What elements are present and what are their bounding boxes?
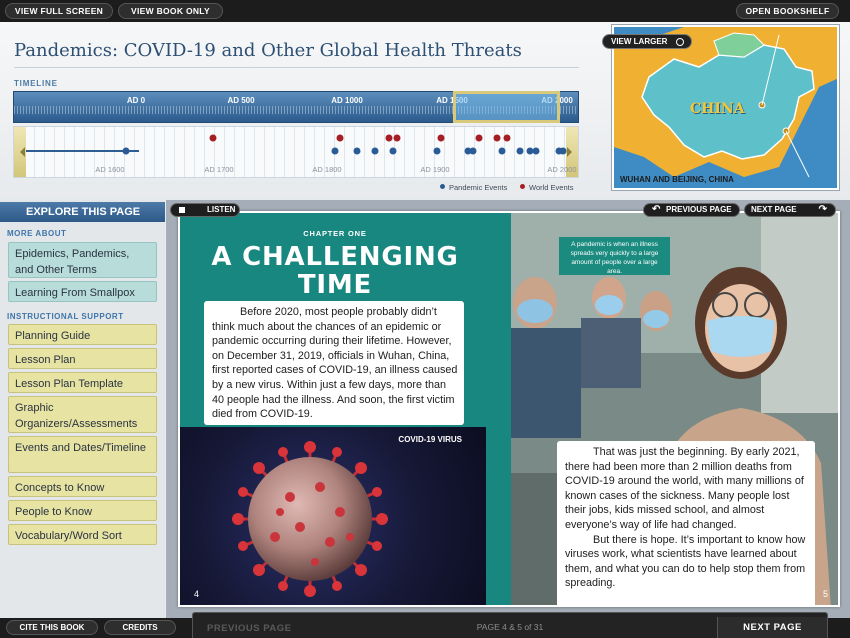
next-page-button[interactable]: NEXT PAGE	[717, 617, 827, 638]
legend-pandemic-events: Pandemic Events	[440, 183, 507, 192]
timeline-year-label: AD 1600	[95, 165, 125, 174]
headline-line-2: TIME	[297, 270, 373, 300]
pandemic-event-marker[interactable]	[433, 147, 441, 155]
page-title: Pandemics: COVID-19 and Other Global Hea…	[14, 40, 522, 61]
map-country-label: CHINA	[690, 101, 745, 117]
link-graphic-organizers[interactable]: Graphic Organizers/Assessments	[8, 396, 157, 433]
link-learning-from-smallpox[interactable]: Learning From Smallpox	[8, 281, 157, 302]
pandemic-legend-dot	[440, 184, 445, 189]
body-text-box: That was just the beginning. By early 20…	[557, 441, 815, 605]
world-event-marker[interactable]	[493, 134, 501, 142]
intro-text-box: Before 2020, most people probably didn’t…	[204, 301, 464, 425]
previous-page-top-button[interactable]: ↶ PREVIOUS PAGE	[643, 203, 740, 217]
legend-pandemic-label: Pandemic Events	[449, 183, 508, 192]
link-events-dates-timeline[interactable]: Events and Dates/Timeline	[8, 436, 157, 473]
listen-label: LISTEN	[207, 205, 236, 214]
magnifier-icon	[676, 38, 685, 46]
link-people-to-know[interactable]: People to Know	[8, 500, 157, 521]
next-page-top-button[interactable]: NEXT PAGE ↷	[744, 203, 836, 217]
map-caption: WUHAN AND BEIJING, CHINA	[620, 175, 734, 184]
world-legend-dot	[520, 184, 525, 189]
timeline-year-label: AD 1900	[420, 165, 450, 174]
body-paragraph-1: That was just the beginning. By early 20…	[565, 446, 804, 531]
page-navigator: PREVIOUS PAGE PAGE 4 & 5 of 31 NEXT PAGE	[192, 612, 828, 638]
pandemic-event-marker[interactable]	[532, 147, 540, 155]
legend-world-label: World Events	[529, 183, 574, 192]
timeline-year-label: AD 1000	[331, 96, 363, 105]
credits-button[interactable]: CREDITS	[104, 620, 176, 635]
world-event-marker[interactable]	[336, 134, 344, 142]
open-bookshelf-button[interactable]: OPEN BOOKSHELF	[736, 3, 839, 19]
right-page: A pandemic is when an illness spreads ve…	[511, 213, 838, 605]
pandemic-event-marker[interactable]	[498, 147, 506, 155]
headline-line-1: A CHALLENGING	[211, 242, 459, 272]
listen-button[interactable]: LISTEN	[170, 203, 240, 217]
pandemic-event-marker[interactable]	[559, 147, 567, 155]
covid-virus-image: COVID-19 VIRUS 4	[180, 427, 486, 605]
pandemic-event-marker[interactable]	[389, 147, 397, 155]
world-event-marker[interactable]	[437, 134, 445, 142]
instructional-support-label: INSTRUCTIONAL SUPPORT	[7, 312, 124, 321]
timeline-detail: AD 1600 AD 1700 AD 1800 AD 1900 AD 2000	[13, 126, 579, 178]
legend-world-events: World Events	[520, 183, 573, 192]
timeline-range-selector[interactable]	[453, 91, 560, 123]
more-about-label: MORE ABOUT	[7, 229, 67, 238]
speaker-icon	[179, 207, 185, 213]
explore-this-page-header: EXPLORE THIS PAGE	[0, 202, 165, 222]
timeline-year-label: AD 1800	[312, 165, 342, 174]
virus-illustration	[232, 441, 388, 597]
next-page-label: NEXT PAGE	[751, 205, 797, 214]
page-number-left: 4	[194, 589, 200, 599]
chapter-label: CHAPTER ONE	[303, 229, 367, 238]
top-toolbar: VIEW FULL SCREEN VIEW BOOK ONLY OPEN BOO…	[0, 0, 850, 22]
pandemic-event-marker[interactable]	[469, 147, 477, 155]
cite-this-book-button[interactable]: CITE THIS BOOK	[6, 620, 98, 635]
view-full-screen-button[interactable]: VIEW FULL SCREEN	[5, 3, 113, 19]
timeline-year-label: AD 1700	[204, 165, 234, 174]
world-event-marker[interactable]	[385, 134, 393, 142]
link-lesson-plan[interactable]: Lesson Plan	[8, 348, 157, 369]
timeline-year-label: AD 2000	[547, 165, 577, 174]
title-divider	[14, 67, 579, 68]
pandemic-definition-callout: A pandemic is when an illness spreads ve…	[559, 237, 670, 275]
world-event-marker[interactable]	[475, 134, 483, 142]
pandemic-event-marker[interactable]	[516, 147, 524, 155]
world-event-marker[interactable]	[209, 134, 217, 142]
pandemic-event-marker[interactable]	[371, 147, 379, 155]
explore-sidebar: EXPLORE THIS PAGE MORE ABOUT Epidemics, …	[0, 200, 165, 620]
timeline-scroll-left-arrow[interactable]	[14, 127, 26, 177]
page-number-right: 5	[822, 589, 828, 599]
timeline-year-label: AD 0	[126, 96, 146, 105]
pandemic-event-marker[interactable]	[122, 147, 130, 155]
back-arrow-icon: ↶	[652, 204, 661, 215]
chapter-headline: A CHALLENGING TIME	[180, 243, 490, 299]
link-epidemics-pandemics-terms[interactable]: Epidemics, Pandemics, and Other Terms	[8, 242, 157, 278]
body-paragraph-2: But there is hope. It’s important to kno…	[565, 533, 806, 590]
forward-arrow-icon: ↷	[818, 204, 827, 215]
link-concepts-to-know[interactable]: Concepts to Know	[8, 476, 157, 497]
link-planning-guide[interactable]: Planning Guide	[8, 324, 157, 345]
timeline-label: TIMELINE	[14, 79, 58, 88]
world-event-marker[interactable]	[503, 134, 511, 142]
view-larger-label: VIEW LARGER	[611, 37, 668, 46]
pandemic-event-marker[interactable]	[353, 147, 361, 155]
intro-paragraph: Before 2020, most people probably didn’t…	[212, 306, 458, 421]
virus-image-label: COVID-19 VIRUS	[398, 435, 462, 444]
left-page: CHAPTER ONE A CHALLENGING TIME Before 20…	[180, 213, 511, 605]
pandemic-event-marker[interactable]	[331, 147, 339, 155]
world-event-marker[interactable]	[393, 134, 401, 142]
view-book-only-button[interactable]: VIEW BOOK ONLY	[118, 3, 223, 19]
book-spread: CHAPTER ONE A CHALLENGING TIME Before 20…	[178, 211, 840, 607]
link-lesson-plan-template[interactable]: Lesson Plan Template	[8, 372, 157, 393]
link-vocabulary-word-sort[interactable]: Vocabulary/Word Sort	[8, 524, 157, 545]
timeline-year-label: AD 500	[227, 96, 255, 105]
previous-page-label: PREVIOUS PAGE	[666, 205, 732, 214]
view-larger-button[interactable]: VIEW LARGER	[602, 34, 693, 49]
location-map: CHINA WUHAN AND BEIJING, CHINA	[612, 25, 839, 190]
